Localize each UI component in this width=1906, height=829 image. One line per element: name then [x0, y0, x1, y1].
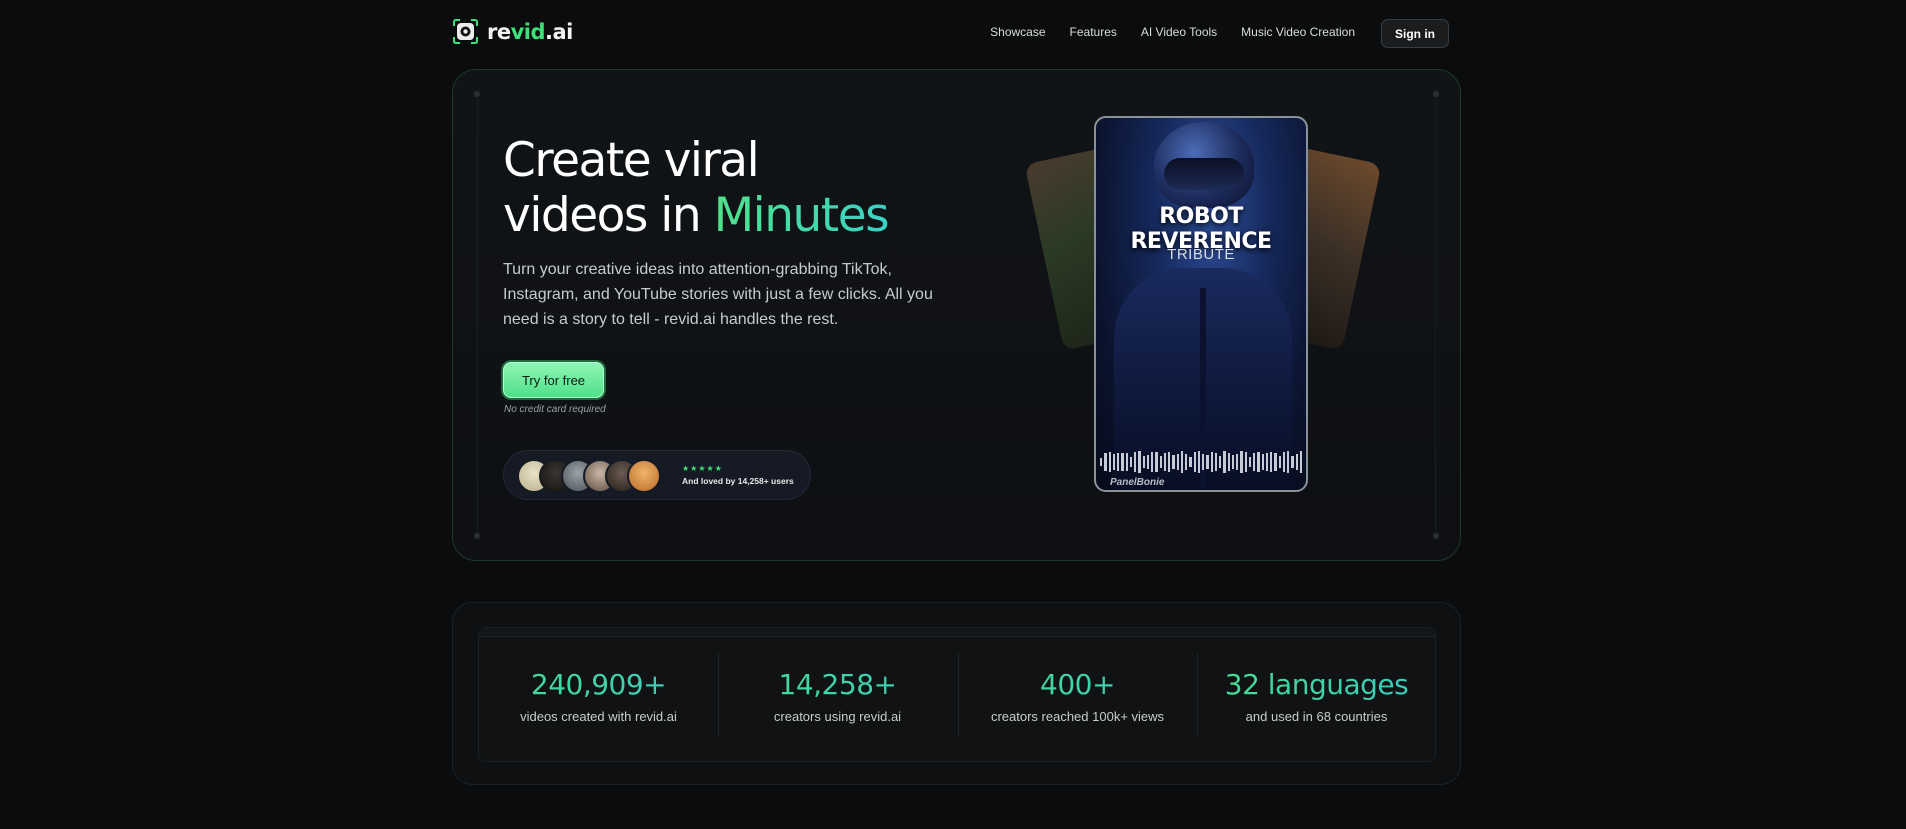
waveform-bar [1151, 451, 1154, 473]
waveform-bar [1176, 453, 1179, 471]
stat-label: creators reached 100k+ views [990, 709, 1165, 724]
waveform-bar [1210, 451, 1213, 472]
hero-subtitle: Turn your creative ideas into attention-… [503, 261, 933, 328]
stat-value: 32 languages [1197, 668, 1436, 701]
landing-page: revid.ai Showcase Features AI Video Tool… [0, 0, 1906, 829]
corner-dot [1433, 91, 1439, 97]
waveform-bar [1248, 457, 1251, 467]
waveform-bar [1193, 452, 1196, 472]
waveform-bar [1261, 454, 1264, 470]
try-for-free-button[interactable]: Try for free [503, 362, 604, 398]
corner-dot [1433, 533, 1439, 539]
waveform-bar [1146, 454, 1149, 470]
waveform-bar [1121, 452, 1124, 472]
waveform-bar [1163, 453, 1166, 471]
waveform-bar [1240, 451, 1243, 473]
waveform-bar [1265, 453, 1268, 471]
waveform-bar [1138, 450, 1141, 474]
visor-shape [1164, 158, 1244, 190]
waveform-bar [1189, 457, 1192, 467]
nav-link-ai-video-tools[interactable]: AI Video Tools [1141, 25, 1217, 39]
waveform-bar [1253, 452, 1256, 472]
waveform-bar [1185, 453, 1188, 471]
waveform-bar [1142, 455, 1145, 469]
stat-views: 400+ creators reached 100k+ views [958, 668, 1197, 724]
waveform-bar [1214, 452, 1217, 472]
waveform-bar [1227, 452, 1230, 472]
stats-panel: 240,909+ videos created with revid.ai 14… [478, 627, 1436, 762]
waveform-bar [1231, 455, 1234, 469]
hero-headline: Create viral videos in Minutes [503, 133, 890, 243]
waveform-bar [1223, 451, 1226, 473]
waveform-bar [1257, 451, 1260, 473]
nav-link-showcase[interactable]: Showcase [990, 25, 1045, 39]
video-brand: PanelBonie [1110, 477, 1165, 488]
stat-creators: 14,258+ creators using revid.ai [718, 668, 957, 724]
stats-section: 240,909+ videos created with revid.ai 14… [452, 602, 1461, 785]
hero-section: Create viral videos in Minutes Turn your… [452, 69, 1461, 561]
waveform-bar [1197, 451, 1200, 473]
waveform-bar [1274, 453, 1277, 471]
waveform-bar [1108, 451, 1111, 473]
waveform-bar [1134, 452, 1137, 472]
waveform-bar [1168, 452, 1171, 472]
rating-stars: ★★★★★ [682, 464, 723, 473]
waveform-bar [1180, 450, 1183, 474]
sign-in-button[interactable]: Sign in [1381, 19, 1449, 48]
top-nav: revid.ai Showcase Features AI Video Tool… [452, 16, 1449, 50]
camera-icon [452, 18, 479, 45]
waveform-bar [1270, 452, 1273, 472]
stat-label: and used in 68 countries [1245, 709, 1388, 724]
stat-label: videos created with revid.ai [520, 709, 677, 724]
waveform-bar [1236, 454, 1239, 470]
stat-value: 400+ [958, 668, 1197, 701]
logo[interactable]: revid.ai [452, 18, 573, 45]
phone-mockup[interactable]: ROBOT REVERENCE TRIBUTE PanelBonie [1094, 116, 1308, 492]
waveform-bar [1278, 456, 1281, 468]
waveform-bar [1206, 455, 1209, 469]
nav-link-music-video-creation[interactable]: Music Video Creation [1241, 25, 1355, 39]
stat-value: 240,909+ [479, 668, 718, 701]
waveform-bar [1104, 453, 1107, 471]
nav-links: Showcase Features AI Video Tools Music V… [990, 25, 1355, 39]
video-preview: ROBOT REVERENCE TRIBUTE PanelBonie [1024, 110, 1382, 510]
audio-waveform [1100, 450, 1302, 474]
stat-label: creators using revid.ai [773, 709, 902, 724]
waveform-bar [1117, 453, 1120, 471]
stat-value: 14,258+ [718, 668, 957, 701]
stat-languages: 32 languages and used in 68 countries [1197, 668, 1436, 724]
corner-dot [474, 91, 480, 97]
waveform-bar [1129, 456, 1132, 468]
waveform-bar [1244, 451, 1247, 473]
waveform-bar [1291, 456, 1294, 468]
waveform-bar [1100, 457, 1103, 467]
avatar [627, 459, 661, 493]
waveform-bar [1125, 453, 1128, 471]
social-proof-badge: ★★★★★ And loved by 14,258+ users [503, 450, 811, 500]
waveform-bar [1287, 450, 1290, 474]
waveform-bar [1159, 455, 1162, 469]
waveform-bar [1299, 451, 1302, 473]
no-credit-card-note: No credit card required [504, 404, 606, 415]
video-subtitle: TRIBUTE [1167, 246, 1235, 263]
waveform-bar [1202, 453, 1205, 471]
waveform-bar [1219, 456, 1222, 468]
corner-dot [474, 533, 480, 539]
nav-link-features[interactable]: Features [1070, 25, 1117, 39]
stat-videos: 240,909+ videos created with revid.ai [479, 668, 718, 724]
waveform-bar [1112, 454, 1115, 470]
waveform-bar [1282, 451, 1285, 473]
logo-text: revid.ai [487, 19, 573, 44]
headline-highlight: Minutes [713, 188, 890, 243]
waveform-bar [1155, 452, 1158, 472]
waveform-bar [1295, 454, 1298, 470]
waveform-bar [1172, 454, 1175, 470]
loved-by-text: And loved by 14,258+ users [682, 476, 794, 486]
